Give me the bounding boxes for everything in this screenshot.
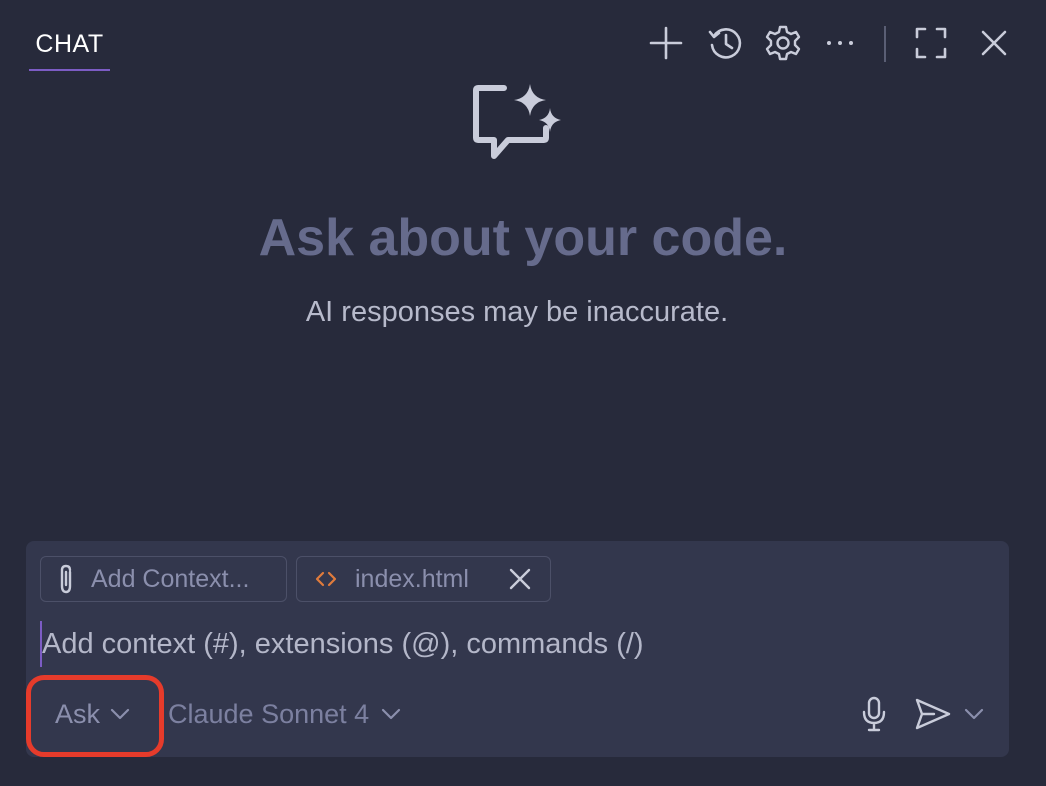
code-file-icon — [315, 571, 337, 587]
mode-label: Ask — [55, 698, 101, 729]
history-icon — [708, 28, 742, 59]
chat-input-box: Add Context... index.html Add context (#… — [26, 541, 1009, 757]
chat-panel: CHAT Ask about your code. AI responses m… — [0, 0, 1046, 786]
chat-sparkle-icon — [473, 84, 561, 159]
ellipsis-icon — [827, 41, 853, 45]
chevron-down-icon — [110, 708, 130, 720]
more-actions-button[interactable] — [819, 22, 861, 64]
new-chat-button[interactable] — [645, 22, 687, 64]
chat-prompt-input[interactable]: Add context (#), extensions (@), command… — [40, 621, 990, 667]
settings-button[interactable] — [762, 22, 804, 64]
plus-icon — [649, 26, 683, 60]
tab-chat-label: CHAT — [35, 30, 104, 58]
add-context-label: Add Context... — [91, 564, 250, 593]
close-panel-button[interactable] — [973, 22, 1015, 64]
maximize-icon — [915, 27, 947, 59]
mode-dropdown[interactable]: Ask — [40, 691, 148, 737]
history-button[interactable] — [705, 22, 747, 64]
chevron-down-icon[interactable] — [964, 708, 984, 720]
attached-file-chip[interactable]: index.html — [296, 556, 551, 602]
model-label: Claude Sonnet 4 — [168, 698, 370, 729]
voice-input-button[interactable] — [854, 691, 894, 737]
paperclip-icon — [60, 564, 72, 594]
send-icon — [915, 698, 951, 730]
welcome-subtitle: AI responses may be inaccurate. — [305, 296, 729, 328]
microphone-icon — [862, 696, 886, 732]
model-dropdown[interactable]: Claude Sonnet 4 — [168, 691, 401, 737]
close-icon — [981, 30, 1007, 56]
maximize-button[interactable] — [910, 22, 952, 64]
remove-file-button[interactable] — [506, 565, 534, 593]
tab-active-indicator — [29, 69, 110, 71]
send-button[interactable] — [914, 691, 990, 737]
welcome-title: Ask about your code. — [258, 209, 788, 267]
chevron-down-icon — [382, 708, 401, 720]
close-icon — [509, 568, 531, 590]
gear-icon — [765, 25, 801, 61]
toolbar-divider — [884, 26, 886, 62]
add-context-button[interactable]: Add Context... — [40, 556, 287, 602]
tab-chat[interactable]: CHAT — [29, 26, 110, 71]
prompt-placeholder: Add context (#), extensions (@), command… — [42, 628, 644, 660]
attached-file-name: index.html — [355, 564, 469, 593]
